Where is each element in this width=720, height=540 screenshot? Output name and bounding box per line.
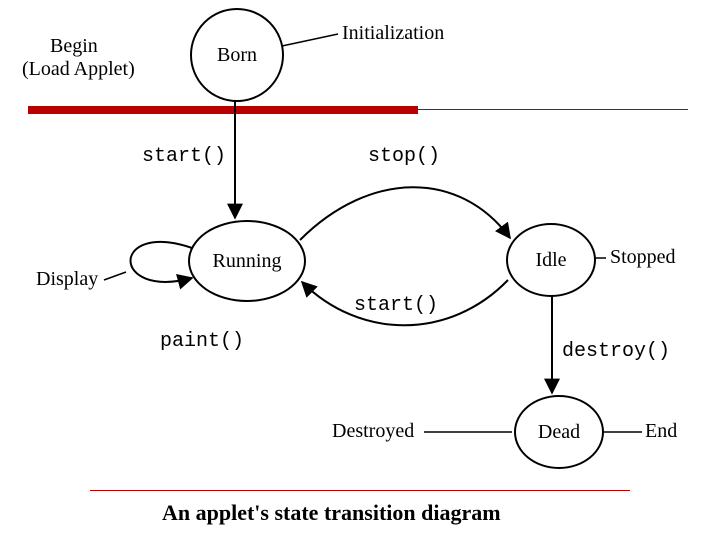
begin-label-line2: (Load Applet) [22,58,135,81]
transition-start-back: start() [354,294,438,317]
state-born-label: Born [217,44,257,67]
top-divider-thick [28,106,418,114]
state-born: Born [190,8,284,102]
transition-destroy: destroy() [562,340,670,363]
transition-start-down: start() [142,145,226,168]
state-running: Running [188,220,306,302]
display-label: Display [36,268,98,291]
diagram-caption: An applet's state transition diagram [162,500,501,526]
state-dead-label: Dead [538,421,580,444]
transition-paint: paint() [160,330,244,353]
transition-stop: stop() [368,145,440,168]
state-idle: Idle [506,223,596,297]
begin-label-line1: Begin [50,35,98,58]
destroyed-label: Destroyed [332,420,414,443]
connector-initialization [282,34,338,46]
top-divider-thin [418,109,688,110]
footer-divider [90,490,630,491]
initialization-label: Initialization [342,22,444,45]
connector-display [104,272,126,280]
arrows-overlay [0,0,720,540]
arrow-running-self-loop [131,242,193,282]
state-idle-label: Idle [535,249,566,272]
arrow-running-to-idle [300,187,510,240]
state-running-label: Running [213,250,282,273]
stopped-label: Stopped [610,246,676,269]
end-label: End [645,420,677,443]
state-dead: Dead [514,395,604,469]
